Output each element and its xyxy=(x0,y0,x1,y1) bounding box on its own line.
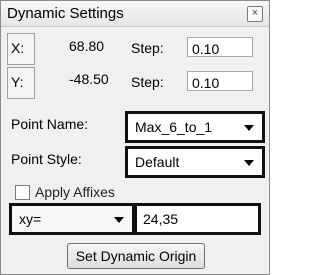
coordinate-input-value: 24,35 xyxy=(143,211,179,227)
point-name-label: Point Name: xyxy=(11,116,89,132)
input-mode-selected: xy= xyxy=(19,211,42,227)
apply-affixes-checkbox[interactable] xyxy=(15,185,30,200)
point-name-selected: Max_6_to_1 xyxy=(135,119,213,135)
chevron-down-icon xyxy=(244,160,254,166)
chevron-down-icon xyxy=(244,125,254,131)
y-label-box: Y: xyxy=(7,67,35,99)
title-bar[interactable]: Dynamic Settings × xyxy=(1,1,269,27)
x-value: 68.80 xyxy=(69,38,105,54)
close-icon[interactable]: × xyxy=(247,6,263,22)
step-x-value: 0.10 xyxy=(192,41,220,57)
input-mode-dropdown[interactable]: xy= xyxy=(9,203,135,235)
point-name-dropdown[interactable]: Max_6_to_1 xyxy=(125,111,265,143)
y-value: -48.50 xyxy=(69,71,109,87)
step-y-input[interactable]: 0.10 xyxy=(187,71,253,91)
chevron-down-icon xyxy=(114,217,124,223)
y-label: Y: xyxy=(11,74,24,90)
step-x-label: Step: xyxy=(131,40,164,56)
point-style-selected: Default xyxy=(135,154,180,170)
dynamic-settings-panel: Dynamic Settings × X: 68.80 Y: -48.50 St… xyxy=(0,0,270,275)
step-y-value: 0.10 xyxy=(192,75,220,91)
set-dynamic-origin-button[interactable]: Set Dynamic Origin xyxy=(67,243,205,269)
apply-affixes-label: Apply Affixes xyxy=(35,184,115,200)
x-label-box: X: xyxy=(7,33,35,65)
window-title: Dynamic Settings xyxy=(7,5,124,22)
point-style-dropdown[interactable]: Default xyxy=(125,146,265,178)
point-style-label: Point Style: xyxy=(11,151,82,167)
step-x-input[interactable]: 0.10 xyxy=(187,37,253,57)
x-label: X: xyxy=(11,40,25,56)
step-y-label: Step: xyxy=(131,74,164,90)
coordinate-input[interactable]: 24,35 xyxy=(135,203,261,235)
